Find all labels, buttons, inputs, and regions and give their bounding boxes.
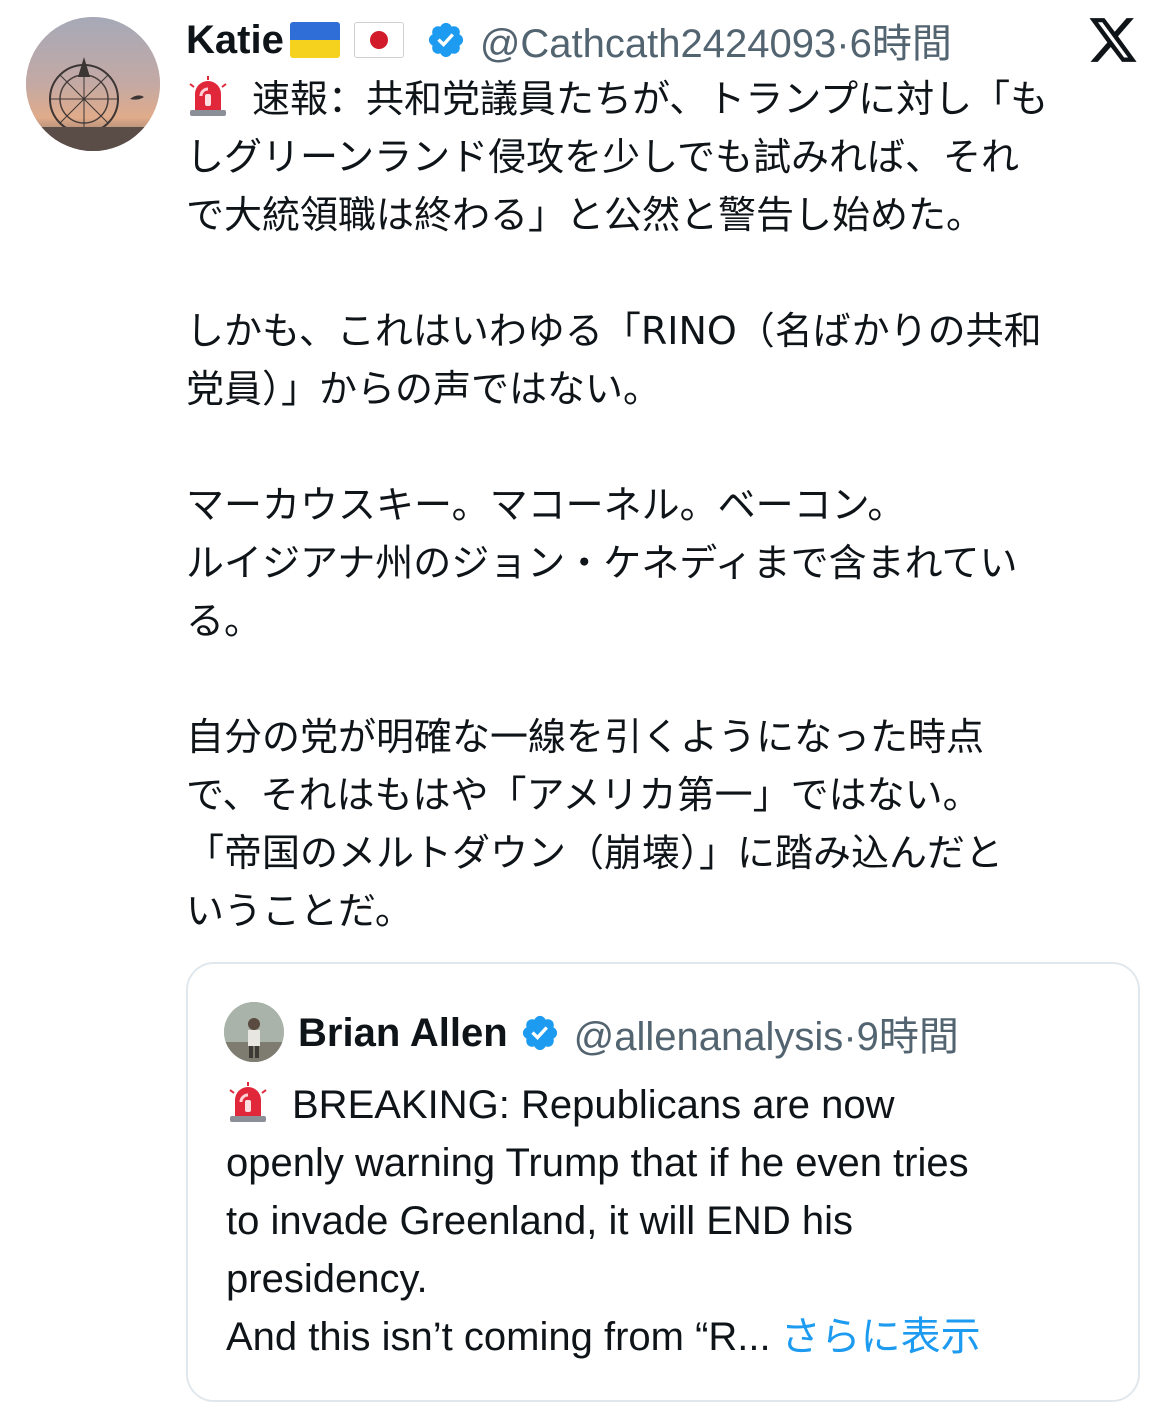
author-avatar[interactable] <box>26 17 160 151</box>
japan-flag-icon <box>353 22 404 58</box>
post-body-line: 速報：共和党議員たちが、トランプに対し「も <box>186 70 1156 128</box>
siren-emoji-icon <box>189 76 227 116</box>
author-handle[interactable]: @Cathcath2424093·6時間 <box>480 11 952 69</box>
quoted-line: openly warning Trump that if he even tri… <box>226 1141 969 1185</box>
quoted-time[interactable]: 9時間 <box>857 1015 959 1059</box>
post-body-line: ルイジアナ州のジョン・ケネディまで含まれてい <box>186 541 1018 585</box>
author-name[interactable]: Katie <box>186 18 284 63</box>
time-separator: · <box>836 22 850 66</box>
tweet[interactable]: Katie @Cathcath2424093·6時間 速報：共和党議員たちが、ト… <box>0 0 1170 1402</box>
post-header: Katie @Cathcath2424093·6時間 <box>186 10 1066 70</box>
quoted-line: BREAKING: Republicans are now <box>226 1076 1126 1134</box>
quoted-author-name[interactable]: Brian Allen <box>298 1011 508 1056</box>
post-time[interactable]: 6時間 <box>850 22 952 66</box>
ukraine-flag-icon <box>289 22 340 58</box>
verified-badge-icon <box>428 22 463 58</box>
x-logo-icon[interactable] <box>1086 16 1140 64</box>
quoted-header: Brian Allen @allenanalysis·9時間 <box>298 1004 959 1062</box>
person-photo-icon <box>224 1002 284 1062</box>
post-body-line: マーカウスキー。マコーネル。ベーコン。 <box>186 483 906 527</box>
ferris-wheel-photo-icon <box>26 17 160 151</box>
post-body-line: しかも、これはいわゆる「RINO（名ばかりの共和 <box>186 309 1042 353</box>
post-body-line: 自分の党が明確な一線を引くようになった時点 <box>186 715 985 759</box>
quoted-line: presidency. <box>226 1257 428 1301</box>
post-body-line: いうことだ。 <box>186 889 413 933</box>
post-body-line: る。 <box>186 599 263 643</box>
quoted-body: BREAKING: Republicans are now openly war… <box>226 1076 1126 1366</box>
time-separator: · <box>843 1015 857 1059</box>
siren-emoji-icon <box>229 1082 267 1122</box>
quoted-author-avatar[interactable] <box>224 1002 284 1062</box>
show-more-link[interactable]: さらに表示 <box>781 1315 981 1359</box>
post-body-line: しグリーンランド侵攻を少しでも試みれば、それ <box>186 135 1019 179</box>
post-body: 速報：共和党議員たちが、トランプに対し「もしグリーンランド侵攻を少しでも試みれば… <box>186 70 1156 940</box>
quoted-line: And this isn’t coming from “R... さらに表示 <box>226 1315 981 1359</box>
post-body-line: で大統領職は終わる」と公然と警告し始めた。 <box>186 193 985 237</box>
verified-badge-icon <box>522 1015 557 1051</box>
post-body-line: 「帝国のメルトダウン（崩壊）」に踏み込んだと <box>186 831 1004 875</box>
quoted-line: to invade Greenland, it will END his <box>226 1199 853 1243</box>
quoted-tweet[interactable]: Brian Allen @allenanalysis·9時間 BREAKING:… <box>186 962 1140 1402</box>
post-body-line: で、それはもはや「アメリカ第一」ではない。 <box>186 773 981 817</box>
quoted-author-handle[interactable]: @allenanalysis·9時間 <box>574 1004 959 1062</box>
post-body-line: 党員）」からの声ではない。 <box>186 367 662 411</box>
